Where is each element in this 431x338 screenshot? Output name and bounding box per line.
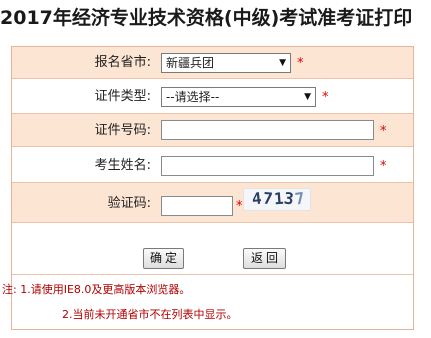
chevron-down-icon: ▼ <box>279 58 286 68</box>
required-mark: * <box>297 56 304 71</box>
page-title: 2017年经济专业技术资格(中级)考试准考证打印 <box>0 7 413 29</box>
id-type-select-value: --请选择-- <box>166 90 220 104</box>
name-input[interactable] <box>161 156 374 176</box>
required-mark: * <box>380 159 387 174</box>
note-2: 2.当前未开通省市不在列表中显示。 <box>62 308 238 321</box>
note-1: 注: 1.请使用IE8.0及更高版本浏览器。 <box>2 283 191 296</box>
id-number-input[interactable] <box>161 120 374 140</box>
captcha-char: 7 <box>262 188 274 209</box>
captcha-image[interactable]: 4 7 1 3 7 <box>243 188 311 211</box>
name-row: 考生姓名: * <box>12 147 413 183</box>
province-label: 报名省市: <box>94 55 151 70</box>
back-button[interactable]: 返回 <box>243 248 286 269</box>
captcha-char: 7 <box>293 188 306 209</box>
name-label: 考生姓名: <box>94 158 151 173</box>
id-type-select[interactable]: --请选择-- ▼ <box>161 87 316 107</box>
chevron-down-icon: ▼ <box>304 92 311 102</box>
captcha-char: 3 <box>282 188 295 209</box>
required-mark: * <box>322 90 329 105</box>
id-type-label: 证件类型: <box>94 89 151 104</box>
captcha-row: 验证码: * <box>12 183 413 223</box>
confirm-button[interactable]: 确定 <box>143 248 184 269</box>
id-type-row: 证件类型: --请选择-- ▼ * <box>12 79 413 114</box>
required-mark: * <box>380 124 387 139</box>
captcha-input[interactable] <box>161 196 233 216</box>
required-mark: * <box>236 199 243 214</box>
province-row: 报名省市: 新疆兵团 ▼ * <box>12 47 413 79</box>
captcha-char: 4 <box>250 188 263 209</box>
id-number-label: 证件号码: <box>94 123 151 138</box>
captcha-label: 验证码: <box>107 196 151 211</box>
admission-ticket-form: 报名省市: 新疆兵团 ▼ * 证件类型: --请选择-- ▼ * 证件号码: *… <box>2 46 414 330</box>
province-select-value: 新疆兵团 <box>166 56 215 70</box>
id-number-row: 证件号码: * <box>12 114 413 147</box>
province-select[interactable]: 新疆兵团 ▼ <box>161 53 291 73</box>
divider <box>12 274 413 275</box>
